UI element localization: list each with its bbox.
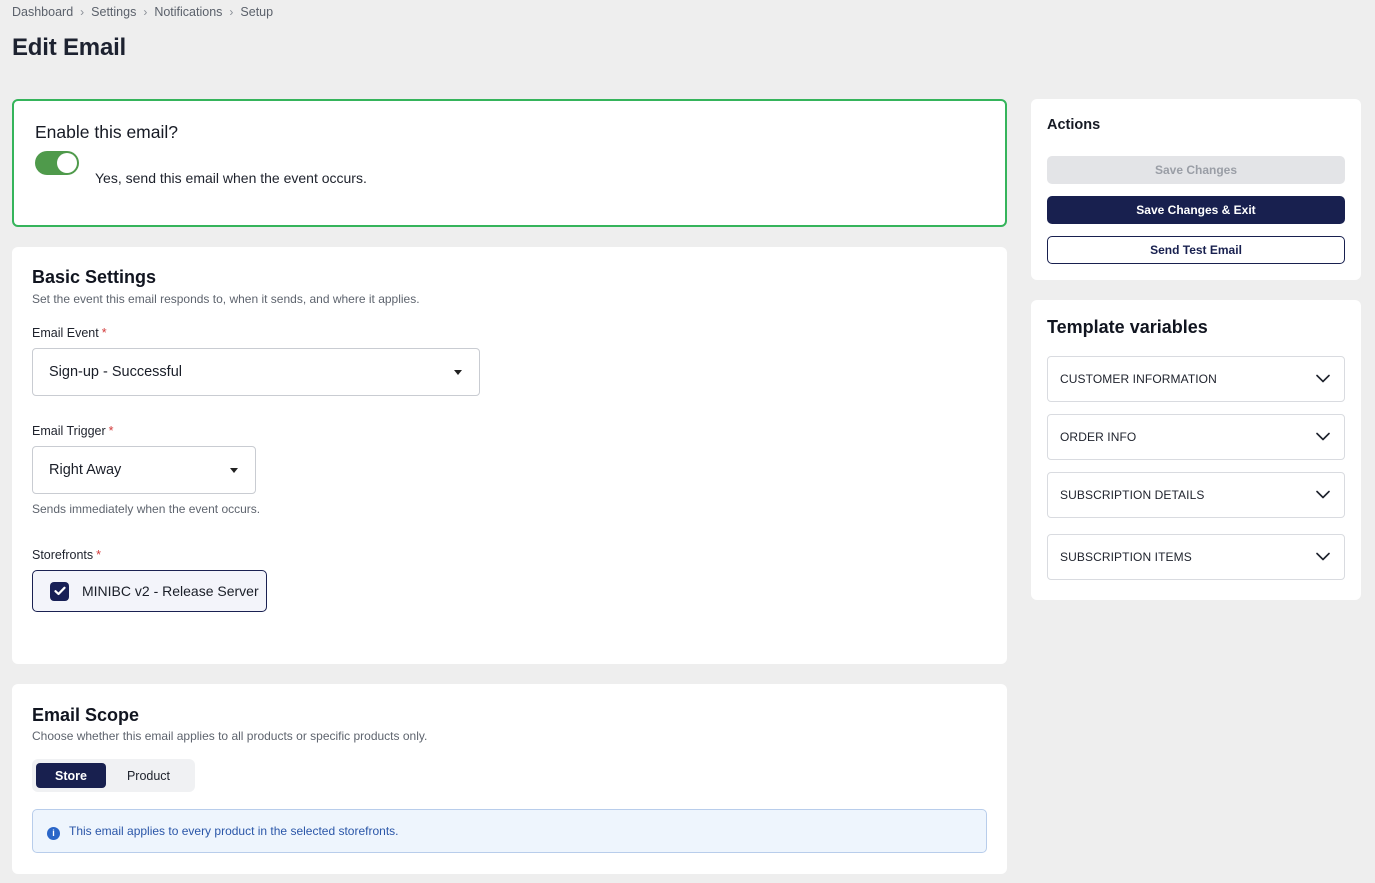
email-scope-card: Email Scope Choose whether this email ap…	[12, 684, 1007, 874]
scope-store-button[interactable]: Store	[36, 763, 106, 788]
accordion-order-info[interactable]: ORDER INFO	[1047, 414, 1345, 460]
chevron-down-icon	[1316, 552, 1330, 561]
breadcrumb-notifications[interactable]: Notifications	[154, 5, 222, 19]
email-scope-subtitle: Choose whether this email applies to all…	[32, 729, 428, 743]
email-event-label-text: Email Event	[32, 326, 99, 340]
chevron-down-icon	[1316, 374, 1330, 383]
chevron-down-icon	[1316, 490, 1330, 499]
accordion-label: ORDER INFO	[1060, 430, 1137, 444]
email-trigger-helper: Sends immediately when the event occurs.	[32, 502, 261, 516]
breadcrumb: Dashboard › Settings › Notifications › S…	[12, 5, 273, 19]
email-event-label: Email Event *	[32, 326, 107, 340]
accordion-label: SUBSCRIPTION DETAILS	[1060, 488, 1205, 502]
required-mark: *	[96, 548, 102, 562]
save-changes-button[interactable]: Save Changes	[1047, 156, 1345, 184]
storefronts-label: Storefronts *	[32, 548, 101, 562]
email-trigger-value: Right Away	[49, 462, 122, 478]
email-trigger-label-text: Email Trigger	[32, 424, 106, 438]
storefront-option[interactable]: MINIBC v2 - Release Server	[32, 570, 267, 612]
breadcrumb-dashboard[interactable]: Dashboard	[12, 5, 73, 19]
accordion-label: SUBSCRIPTION ITEMS	[1060, 550, 1192, 564]
breadcrumb-settings[interactable]: Settings	[91, 5, 136, 19]
chevron-down-icon	[1316, 432, 1330, 441]
chevron-right-icon: ›	[229, 5, 234, 19]
email-trigger-label: Email Trigger *	[32, 424, 114, 438]
chevron-right-icon: ›	[80, 5, 85, 19]
email-event-select[interactable]: Sign-up - Successful	[32, 348, 480, 396]
checkbox-checked[interactable]	[50, 581, 69, 601]
basic-settings-card: Basic Settings Set the event this email …	[12, 247, 1007, 664]
accordion-label: CUSTOMER INFORMATION	[1060, 372, 1217, 386]
scope-info-text: This email applies to every product in t…	[69, 824, 399, 838]
actions-card: Actions Save Changes Save Changes & Exit…	[1031, 99, 1361, 280]
enable-email-title: Enable this email?	[35, 122, 178, 142]
storefronts-label-text: Storefronts	[32, 548, 94, 562]
enable-email-toggle[interactable]	[35, 151, 79, 175]
required-mark: *	[108, 424, 114, 438]
template-variables-card: Template variables CUSTOMER INFORMATION …	[1031, 300, 1361, 600]
enable-email-card: Enable this email? Yes, send this email …	[12, 99, 1007, 227]
actions-title: Actions	[1047, 117, 1101, 133]
required-mark: *	[101, 326, 107, 340]
page-title: Edit Email	[12, 34, 127, 61]
template-variables-title: Template variables	[1047, 317, 1208, 337]
email-event-value: Sign-up - Successful	[49, 364, 182, 380]
save-changes-exit-button[interactable]: Save Changes & Exit	[1047, 196, 1345, 224]
basic-settings-subtitle: Set the event this email responds to, wh…	[32, 292, 420, 306]
check-icon	[53, 586, 66, 596]
enable-email-description: Yes, send this email when the event occu…	[95, 170, 367, 186]
caret-down-icon	[454, 370, 462, 375]
storefront-label: MINIBC v2 - Release Server	[82, 583, 259, 599]
scope-info-alert: i This email applies to every product in…	[32, 809, 987, 853]
scope-segmented-control: Store Product	[32, 759, 195, 792]
accordion-subscription-details[interactable]: SUBSCRIPTION DETAILS	[1047, 472, 1345, 518]
accordion-subscription-items[interactable]: SUBSCRIPTION ITEMS	[1047, 534, 1345, 580]
chevron-right-icon: ›	[143, 5, 148, 19]
scope-product-button[interactable]: Product	[106, 763, 191, 788]
basic-settings-title: Basic Settings	[32, 267, 157, 287]
send-test-email-button[interactable]: Send Test Email	[1047, 236, 1345, 264]
info-icon: i	[47, 826, 60, 840]
email-scope-title: Email Scope	[32, 705, 140, 725]
toggle-knob	[57, 153, 77, 173]
breadcrumb-setup: Setup	[240, 5, 274, 19]
accordion-customer-information[interactable]: CUSTOMER INFORMATION	[1047, 356, 1345, 402]
email-trigger-select[interactable]: Right Away	[32, 446, 256, 494]
caret-down-icon	[230, 468, 238, 473]
